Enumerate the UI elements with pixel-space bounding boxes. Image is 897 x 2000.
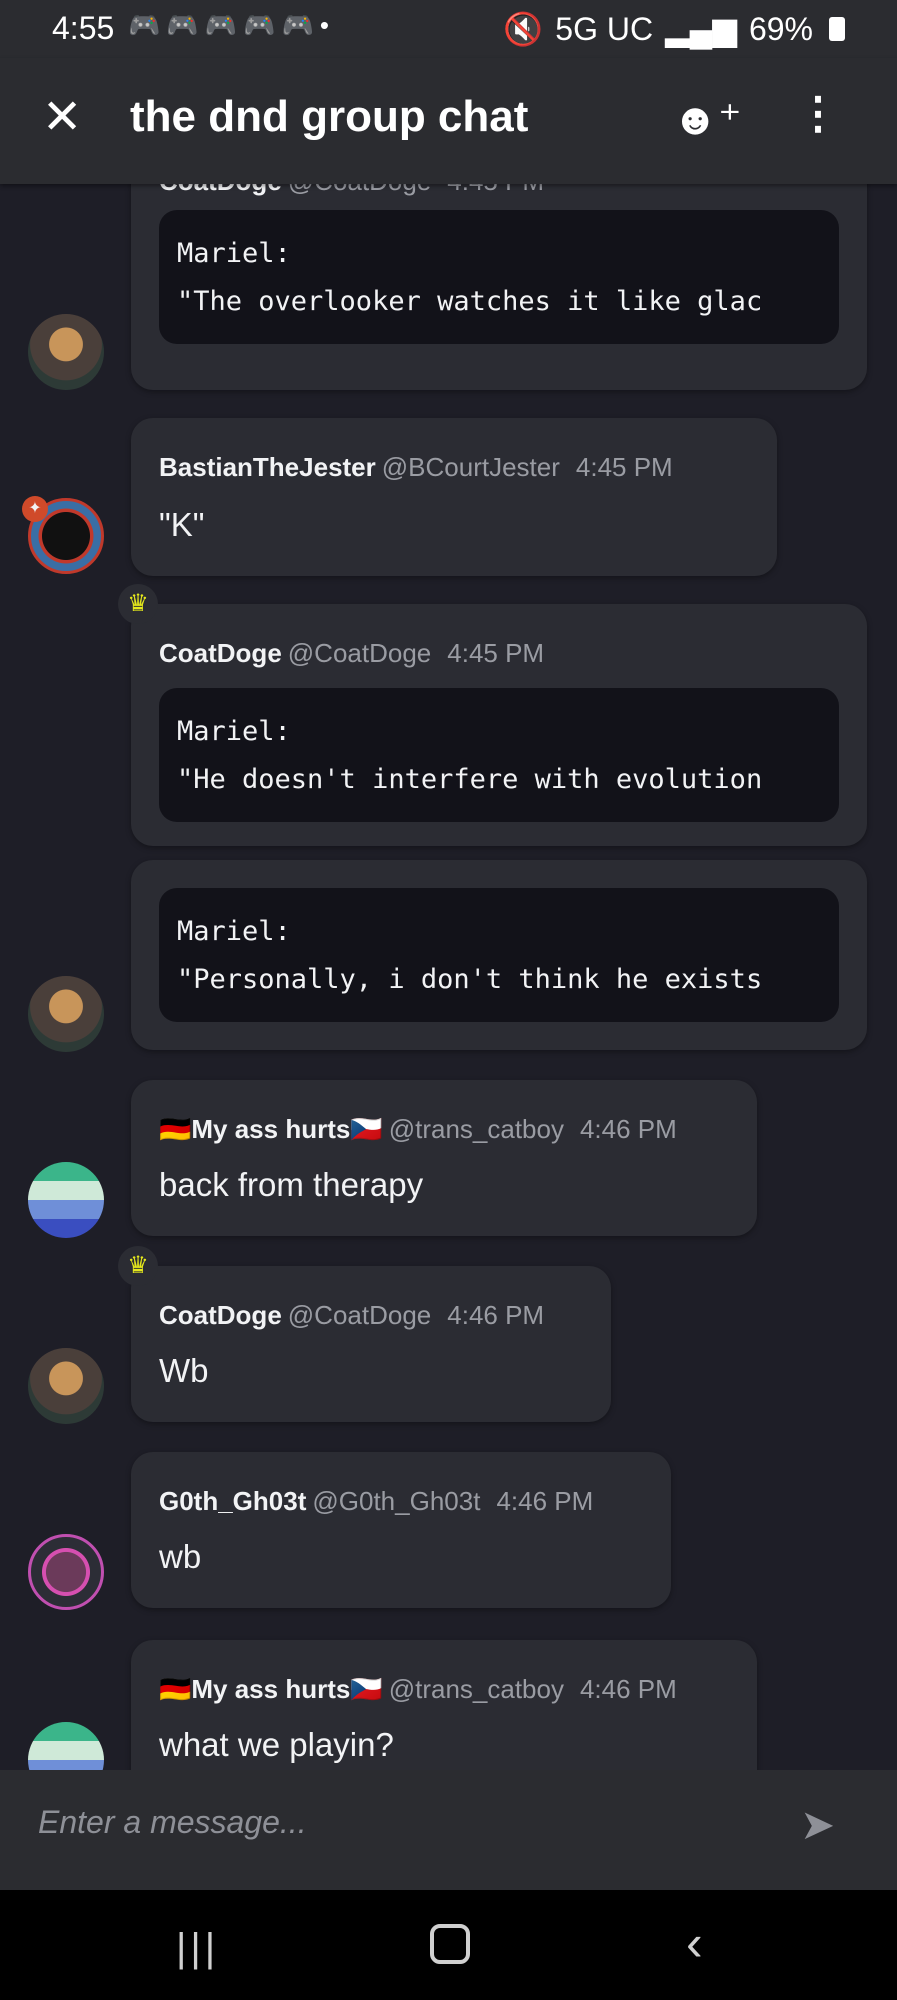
message-card[interactable]: G0th_Gh03t @G0th_Gh03t 4:46 PM wb <box>131 1452 671 1608</box>
battery-icon <box>829 17 845 41</box>
author-name[interactable]: 🇩🇪My ass hurts🇨🇿 <box>159 1114 383 1144</box>
message-text: what we playin? <box>159 1726 394 1763</box>
discord-icon: 🎮 <box>128 10 161 40</box>
system-status: 🔇 5G UC ▂▄▆ 69% <box>503 10 845 48</box>
message-meta: 🇩🇪My ass hurts🇨🇿 @trans_catboy 4:46 PM <box>159 1674 677 1705</box>
author-name[interactable]: CoatDoge <box>159 184 282 196</box>
author-handle: @G0th_Gh03t <box>312 1486 481 1516</box>
author-name[interactable]: 🇩🇪My ass hurts🇨🇿 <box>159 1674 383 1704</box>
discord-icon: 🎮 <box>166 10 199 40</box>
message-meta: CoatDoge@CoatDoge 4:45 PM <box>159 638 544 669</box>
author-handle: @trans_catboy <box>388 1674 564 1704</box>
message-meta: BastianTheJester @BCourtJester 4:45 PM <box>159 452 673 483</box>
timestamp: 4:45 PM <box>575 452 673 482</box>
code-block: Mariel: "He doesn't interfere with evolu… <box>159 688 839 822</box>
crown-icon: ♛ <box>118 584 158 624</box>
crown-icon: ♛ <box>118 1246 158 1286</box>
message-input[interactable]: Enter a message... <box>38 1804 307 1841</box>
network-label: 5G UC <box>555 10 654 47</box>
message-card[interactable]: CoatDoge @CoatDoge 4:45 PM Mariel: "The ov… <box>131 184 867 390</box>
close-button[interactable]: ✕ <box>42 94 90 142</box>
author-name[interactable]: CoatDoge <box>159 638 282 668</box>
send-button[interactable]: ➤ <box>800 1800 835 1849</box>
send-icon: ➤ <box>800 1801 836 1848</box>
close-icon: ✕ <box>42 91 83 144</box>
avatar[interactable] <box>28 976 104 1052</box>
emoji-plus-icon: ☻⁺ <box>672 95 742 144</box>
code-block: Mariel: "Personally, i don't think he ex… <box>159 888 839 1022</box>
dot-icon: • <box>319 10 329 40</box>
author-handle: @CoatDoge <box>287 638 432 668</box>
message-meta: 🇩🇪My ass hurts🇨🇿 @trans_catboy 4:46 PM <box>159 1114 677 1145</box>
message-card[interactable]: Mariel: "Personally, i don't think he ex… <box>131 860 867 1050</box>
author-handle: @trans_catboy <box>388 1114 564 1144</box>
timestamp: 4:45 PM <box>447 638 545 668</box>
message-meta: G0th_Gh03t @G0th_Gh03t 4:46 PM <box>159 1486 593 1517</box>
message-meta: CoatDoge @CoatDoge 4:46 PM <box>159 1300 544 1331</box>
avatar[interactable] <box>28 1162 104 1238</box>
more-vertical-icon: ⋮ <box>796 89 840 138</box>
timestamp: 4:46 PM <box>579 1674 677 1704</box>
message-card[interactable]: BastianTheJester @BCourtJester 4:45 PM "K" <box>131 418 777 576</box>
home-button[interactable] <box>430 1924 470 1964</box>
author-handle: @CoatDoge <box>288 184 431 196</box>
avatar[interactable] <box>28 1348 104 1424</box>
discord-icon: 🎮 <box>281 10 314 40</box>
discord-icon: 🎮 <box>204 10 238 40</box>
recent-apps-button[interactable]: ||| <box>176 1926 219 1971</box>
timestamp: 4:46 PM <box>447 1300 545 1330</box>
message-list[interactable]: CoatDoge@CoatDoge4:45 PM Mariel: "The ov… <box>0 184 897 1770</box>
mute-icon: 🔇 <box>503 11 544 47</box>
status-time: 4:55 <box>52 10 115 46</box>
add-emoji-button[interactable]: ☻⁺ <box>672 94 742 145</box>
message-text: "K" <box>159 506 205 543</box>
chat-header: ✕ the dnd group chat ☻⁺ ⋮ <box>0 58 897 184</box>
author-handle: @BCourtJester <box>381 452 560 482</box>
avatar-decoration-icon: ✦ <box>22 496 48 522</box>
message-text: wb <box>159 1538 202 1575</box>
avatar[interactable] <box>28 1722 104 1770</box>
timestamp: 4:46 PM <box>579 1114 677 1144</box>
discord-icon: 🎮 <box>243 10 276 40</box>
author-name[interactable]: CoatDoge <box>159 1300 282 1330</box>
message-card[interactable]: 🇩🇪My ass hurts🇨🇿 @trans_catboy 4:46 PM wha… <box>131 1640 757 1770</box>
message-text: Wb <box>159 1352 209 1389</box>
message-text: back from therapy <box>159 1166 424 1203</box>
chat-title: the dnd group chat <box>130 92 529 141</box>
message-meta: CoatDoge @CoatDoge 4:45 PM <box>159 184 544 197</box>
notification-icons: 🎮 🎮 🎮 🎮 🎮 • <box>128 10 329 41</box>
message-card[interactable]: CoatDoge @CoatDoge 4:46 PM Wb <box>131 1266 611 1422</box>
author-handle: @CoatDoge <box>287 1300 432 1330</box>
avatar[interactable] <box>28 1534 104 1610</box>
avatar[interactable] <box>28 314 104 390</box>
timestamp: 4:45 PM <box>447 184 544 196</box>
author-name[interactable]: G0th_Gh03t <box>159 1486 306 1516</box>
more-options-button[interactable]: ⋮ <box>796 88 840 139</box>
author-name[interactable]: BastianTheJester <box>159 452 376 482</box>
status-bar: 4:55 🎮 🎮 🎮 🎮 🎮 • 🔇 5G UC ▂▄▆ 69% <box>0 0 897 58</box>
navigation-bar: ||| ‹ <box>0 1890 897 2000</box>
code-block: Mariel: "The overlooker watches it like … <box>159 210 839 344</box>
message-card[interactable]: CoatDoge @CoatDoge 4:45 PM Mariel: "He doe… <box>131 604 867 846</box>
battery-label: 69% <box>748 10 813 47</box>
back-button[interactable]: ‹ <box>686 1914 703 1972</box>
message-card[interactable]: 🇩🇪My ass hurts🇨🇿 @trans_catboy 4:46 PM bac… <box>131 1080 757 1236</box>
signal-icon: ▂▄▆ <box>665 11 737 47</box>
message-composer: Enter a message... ➤ <box>0 1770 897 1890</box>
timestamp: 4:46 PM <box>496 1486 594 1516</box>
